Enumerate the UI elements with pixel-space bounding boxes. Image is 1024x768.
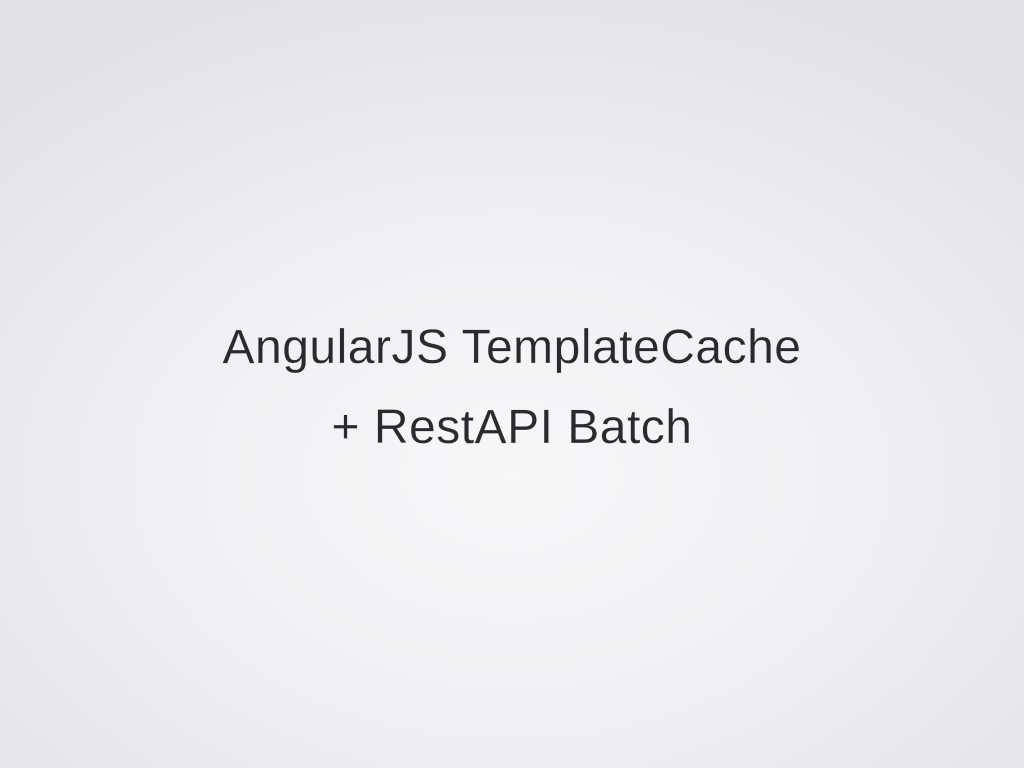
title-line-2: + RestAPI Batch (331, 401, 693, 454)
slide: AngularJS TemplateCache + RestAPI Batch (0, 0, 1024, 768)
slide-title: AngularJS TemplateCache + RestAPI Batch (0, 308, 1024, 468)
title-line-1: AngularJS TemplateCache (222, 321, 802, 374)
